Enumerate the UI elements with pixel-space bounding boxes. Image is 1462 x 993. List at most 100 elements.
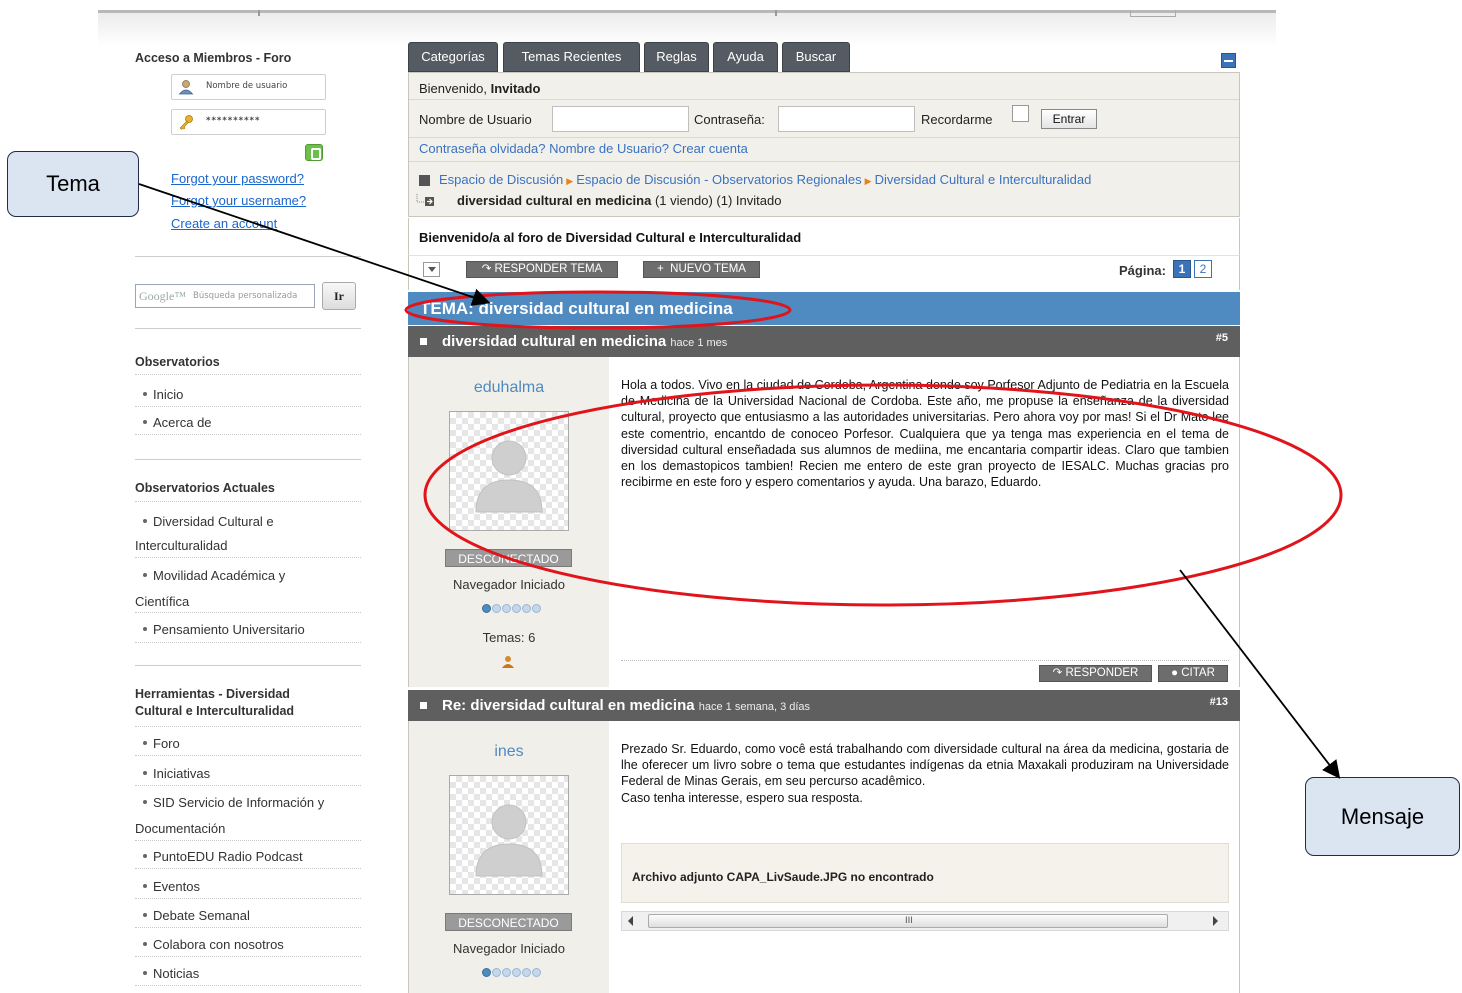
scroll-thumb[interactable]: III	[648, 914, 1168, 928]
new-topic-button[interactable]: + NUEVO TEMA	[643, 261, 760, 278]
divider	[135, 328, 361, 329]
scroll-left-icon[interactable]	[628, 916, 633, 926]
horizontal-scrollbar[interactable]: III	[621, 911, 1229, 931]
tab-categorias[interactable]: Categorías	[408, 42, 498, 72]
forum-username-input[interactable]	[552, 106, 689, 132]
page-label: Página:	[1119, 263, 1166, 278]
current-topic-line: diversidad cultural en medicina (1 viend…	[457, 193, 781, 208]
rank-dots	[482, 968, 542, 978]
post-number[interactable]: #13	[1210, 696, 1228, 708]
user-rank: Navegador Iniciado	[452, 577, 566, 592]
section-title-herramientas: Herramientas - Diversidad	[135, 687, 290, 701]
user-rank: Navegador Iniciado	[452, 941, 566, 956]
attachment-box: Archivo adjunto CAPA_LivSaude.JPG no enc…	[621, 843, 1229, 903]
welcome-guest: Bienvenido, Invitado	[419, 81, 541, 96]
forgot-username-link[interactable]: Forgot your username?	[171, 193, 306, 208]
sidebar-item-movilidad-cont[interactable]: Científica	[135, 594, 189, 609]
section-title-herramientas-cont: Cultural e Interculturalidad	[135, 704, 295, 718]
post-body: eduhalma DESCONECTADO Navegador Iniciado…	[408, 357, 1240, 687]
post-username[interactable]: eduhalma	[409, 379, 609, 397]
sidebar-item-inicio[interactable]: Inicio	[135, 387, 183, 402]
sidebar-item-noticias[interactable]: Noticias	[135, 966, 199, 981]
search-input[interactable]: Google™ Búsqueda personalizada	[135, 284, 315, 308]
forgot-password-link[interactable]: Forgot your password?	[171, 171, 304, 186]
tab-buscar[interactable]: Buscar	[782, 42, 850, 72]
collapse-panel-button[interactable]	[1221, 53, 1236, 68]
user-pane: ines DESCONECTADO Navegador Iniciado	[409, 721, 609, 993]
callout-tema: Tema	[7, 151, 139, 217]
forum-welcome: Bienvenido/a al foro de Diversidad Cultu…	[408, 218, 1240, 256]
tab-reglas[interactable]: Reglas	[644, 42, 709, 72]
sidebar-item-diversidad[interactable]: Diversidad Cultural e	[135, 514, 274, 529]
sidebar-item-debate[interactable]: Debate Semanal	[135, 908, 250, 923]
breadcrumb-item[interactable]: Espacio de Discusión - Observatorios Reg…	[576, 172, 861, 187]
status-badge: DESCONECTADO	[445, 913, 572, 931]
post-header: Re: diversidad cultural en medicina hace…	[408, 690, 1240, 721]
remember-checkbox[interactable]	[1012, 105, 1029, 122]
google-logo: Google™	[139, 289, 187, 303]
user-icon	[178, 80, 194, 95]
post-number[interactable]: #5	[1216, 332, 1228, 344]
sidebar-item-movilidad[interactable]: Movilidad Académica y	[135, 568, 285, 583]
sidebar-item-sid[interactable]: SID Servicio de Información y	[135, 795, 324, 810]
username-placeholder: Nombre de usuario	[206, 81, 288, 91]
default-avatar-icon	[475, 440, 543, 513]
reply-topic-button[interactable]: ↷ RESPONDER TEMA	[466, 261, 618, 278]
sidebar-item-diversidad-cont[interactable]: Interculturalidad	[135, 538, 228, 553]
user-profile-icon[interactable]	[501, 655, 515, 669]
post-message: Hola a todos. Vivo en la ciudad de Cordo…	[621, 378, 1229, 490]
password-field[interactable]: **********	[171, 109, 326, 135]
forum-login-bar: Bienvenido, Invitado Nombre de Usuario C…	[408, 72, 1240, 217]
reply-button[interactable]: ↷ RESPONDER	[1039, 665, 1152, 682]
status-badge: DESCONECTADO	[445, 549, 572, 567]
callout-mensaje: Mensaje	[1305, 777, 1460, 856]
sidebar-item-puntoedu[interactable]: PuntoEDU Radio Podcast	[135, 849, 303, 864]
sidebar-item-foro[interactable]: Foro	[135, 736, 180, 751]
enter-button[interactable]: Entrar	[1041, 109, 1097, 129]
page-1[interactable]: 1	[1173, 260, 1191, 278]
viewing-count: (1 viendo) (1) Invitado	[654, 193, 782, 208]
username-label: Nombre de Usuario	[419, 112, 532, 127]
tab-ayuda[interactable]: Ayuda	[713, 42, 778, 72]
breadcrumb-item[interactable]: Espacio de Discusión	[439, 172, 563, 187]
sidebar-item-iniciativas[interactable]: Iniciativas	[135, 766, 210, 781]
user-pane: eduhalma DESCONECTADO Navegador Iniciado…	[409, 357, 609, 687]
category-icon	[419, 175, 430, 186]
sidebar-item-colabora[interactable]: Colabora con nosotros	[135, 937, 284, 952]
post-message: Prezado Sr. Eduardo, como você está trab…	[621, 742, 1229, 805]
password-mask: **********	[206, 116, 261, 126]
sidebar-item-acerca[interactable]: Acerca de	[135, 415, 212, 430]
divider	[135, 665, 361, 666]
search-placeholder: Búsqueda personalizada	[193, 291, 298, 301]
current-topic: diversidad cultural en medicina	[457, 193, 652, 208]
expand-toggle-icon[interactable]	[423, 262, 440, 277]
divider	[135, 256, 361, 257]
post-bullet-icon	[420, 702, 427, 709]
create-account-link[interactable]: Create an account	[171, 216, 277, 231]
search-button[interactable]: Ir	[322, 282, 356, 310]
sidebar-item-pensamiento[interactable]: Pensamiento Universitario	[135, 622, 305, 637]
post-username[interactable]: ines	[409, 743, 609, 761]
avatar	[449, 411, 569, 531]
default-avatar-icon	[475, 804, 543, 877]
account-links[interactable]: Contraseña olvidada? Nombre de Usuario? …	[419, 141, 748, 156]
tab-temas-recientes[interactable]: Temas Recientes	[503, 42, 640, 72]
rank-dots	[482, 604, 542, 614]
action-bar: ↷ RESPONDER TEMA + NUEVO TEMA Página: 1 …	[408, 256, 1240, 290]
login-title: Acceso a Miembros - Foro	[135, 51, 292, 65]
post-bullet-icon	[420, 338, 427, 345]
username-field[interactable]: Nombre de usuario	[171, 74, 326, 100]
breadcrumb-item[interactable]: Diversidad Cultural e Interculturalidad	[875, 172, 1092, 187]
page-2[interactable]: 2	[1194, 260, 1212, 278]
quote-button[interactable]: ● CITAR	[1158, 665, 1228, 682]
login-submit-button[interactable]	[305, 144, 323, 161]
attachment-text: Archivo adjunto CAPA_LivSaude.JPG no enc…	[632, 870, 934, 884]
breadcrumb: Espacio de Discusión ▶ Espacio de Discusió…	[439, 172, 1092, 187]
forum-password-input[interactable]	[778, 106, 915, 132]
remember-label: Recordarme	[921, 112, 993, 127]
topic-title: TEMA: diversidad cultural en medicina	[420, 299, 733, 318]
sidebar-item-sid-cont[interactable]: Documentación	[135, 821, 225, 836]
tree-branch-icon	[416, 194, 434, 206]
scroll-right-icon[interactable]	[1213, 916, 1218, 926]
sidebar-item-eventos[interactable]: Eventos	[135, 879, 200, 894]
